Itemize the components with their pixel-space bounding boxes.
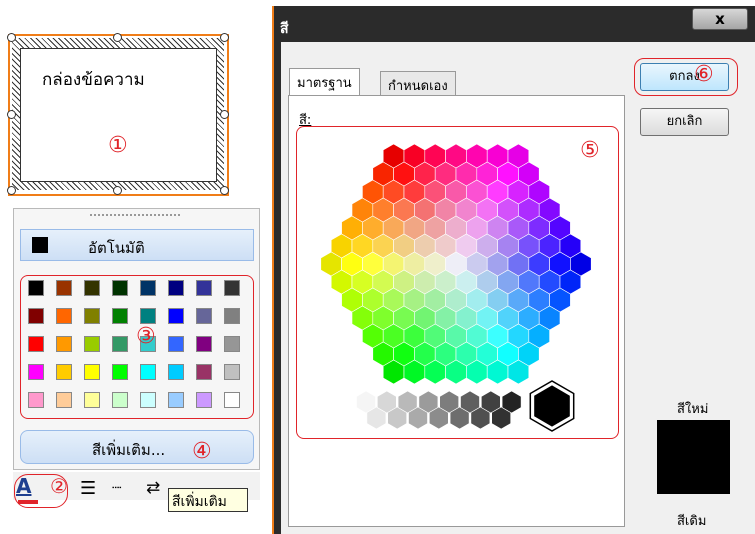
- automatic-color-swatch: [32, 237, 48, 253]
- palette-swatch[interactable]: [112, 336, 128, 352]
- palette-swatch[interactable]: [84, 364, 100, 380]
- palette-swatch[interactable]: [28, 280, 44, 296]
- dash-style-icon[interactable]: ┈: [112, 478, 122, 497]
- dialog-title: สี: [280, 21, 289, 37]
- resize-handle[interactable]: [7, 110, 16, 119]
- palette-swatch[interactable]: [196, 308, 212, 324]
- palette-swatch[interactable]: [140, 392, 156, 408]
- resize-handle[interactable]: [7, 186, 16, 195]
- palette-swatch[interactable]: [56, 392, 72, 408]
- current-color-label: สีเดิม: [677, 514, 707, 529]
- palette-swatch[interactable]: [28, 364, 44, 380]
- palette-swatch[interactable]: [112, 364, 128, 380]
- palette-swatch[interactable]: [56, 336, 72, 352]
- palette-swatch[interactable]: [56, 280, 72, 296]
- tab-standard[interactable]: มาตรฐาน: [289, 68, 360, 95]
- palette-swatch[interactable]: [28, 308, 44, 324]
- selected-black-hex[interactable]: [534, 385, 570, 427]
- step-marker-6: ⑥: [694, 62, 714, 87]
- palette-swatch[interactable]: [84, 392, 100, 408]
- palette-swatch[interactable]: [224, 280, 240, 296]
- palette-swatch[interactable]: [112, 392, 128, 408]
- step-marker-2: ②: [50, 474, 68, 498]
- palette-swatch[interactable]: [140, 308, 156, 324]
- palette-swatch[interactable]: [168, 336, 184, 352]
- palette-swatch[interactable]: [224, 364, 240, 380]
- palette-swatch[interactable]: [56, 308, 72, 324]
- palette-swatch[interactable]: [140, 280, 156, 296]
- resize-handle[interactable]: [220, 110, 229, 119]
- dropdown-grip[interactable]: [90, 214, 180, 216]
- more-colors-label: สีเพิ่มเติม...: [92, 441, 166, 459]
- step-marker-4: ④: [192, 439, 212, 464]
- tab-custom[interactable]: กำหนดเอง: [380, 71, 456, 95]
- textbox-text: กล่องข้อความ: [42, 70, 145, 90]
- arrow-style-icon[interactable]: ⇄: [146, 478, 160, 498]
- honeycomb-color-picker[interactable]: [296, 126, 619, 439]
- palette-swatch[interactable]: [196, 364, 212, 380]
- resize-handle[interactable]: [7, 33, 16, 42]
- resize-handle[interactable]: [220, 33, 229, 42]
- palette-swatch[interactable]: [140, 364, 156, 380]
- cancel-button[interactable]: ยกเลิก: [640, 108, 729, 136]
- step-marker-3: ③: [136, 324, 156, 349]
- palette-swatch[interactable]: [224, 308, 240, 324]
- resize-handle[interactable]: [220, 186, 229, 195]
- palette-swatch[interactable]: [112, 308, 128, 324]
- palette-swatch[interactable]: [224, 336, 240, 352]
- palette-swatch[interactable]: [112, 280, 128, 296]
- step-marker-5: ⑤: [580, 138, 600, 163]
- palette-swatch[interactable]: [28, 336, 44, 352]
- color-preview: [657, 420, 730, 494]
- palette-swatch[interactable]: [196, 336, 212, 352]
- resize-handle[interactable]: [113, 186, 122, 195]
- new-color-label: สีใหม่: [677, 402, 709, 417]
- palette-swatch[interactable]: [56, 364, 72, 380]
- step-marker-1: ①: [108, 133, 128, 158]
- automatic-color-label: อัตโนมัติ: [88, 239, 145, 257]
- palette-swatch[interactable]: [84, 336, 100, 352]
- palette-swatch[interactable]: [168, 392, 184, 408]
- palette-swatch[interactable]: [168, 308, 184, 324]
- palette-swatch[interactable]: [196, 392, 212, 408]
- ok-highlight: [634, 58, 738, 96]
- resize-handle[interactable]: [113, 33, 122, 42]
- tooltip: สีเพิ่มเติม: [168, 488, 248, 512]
- palette-swatch[interactable]: [224, 392, 240, 408]
- line-style-icon[interactable]: ☰: [80, 478, 96, 499]
- close-button[interactable]: x: [692, 8, 748, 30]
- palette-swatch[interactable]: [84, 308, 100, 324]
- palette-swatch[interactable]: [196, 280, 212, 296]
- palette-swatch[interactable]: [84, 280, 100, 296]
- palette-swatch[interactable]: [28, 392, 44, 408]
- palette-swatch[interactable]: [168, 364, 184, 380]
- palette-swatch[interactable]: [168, 280, 184, 296]
